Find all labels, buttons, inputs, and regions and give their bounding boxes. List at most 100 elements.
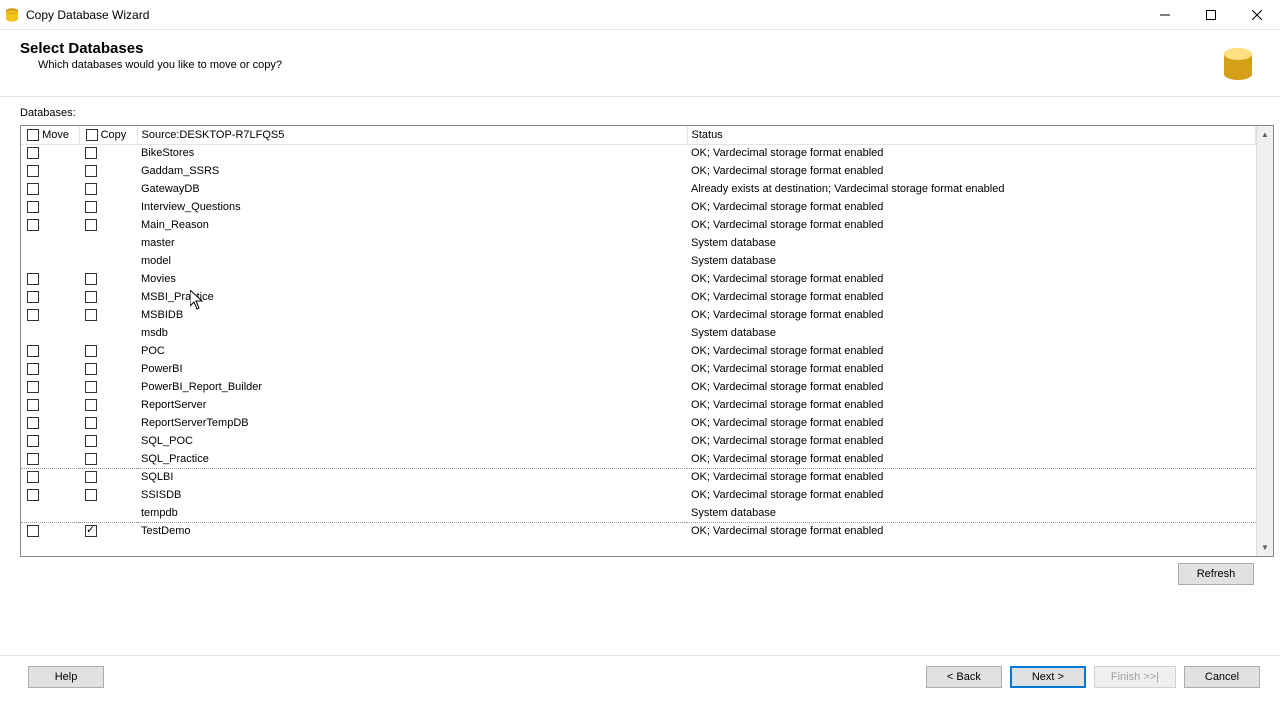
table-row[interactable]: modelSystem database xyxy=(21,252,1256,270)
table-row[interactable]: PowerBIOK; Vardecimal storage format ena… xyxy=(21,360,1256,378)
database-status: OK; Vardecimal storage format enabled xyxy=(687,144,1256,162)
cancel-button[interactable]: Cancel xyxy=(1184,666,1260,688)
copy-checkbox[interactable] xyxy=(85,309,97,321)
copy-checkbox[interactable] xyxy=(85,291,97,303)
move-checkbox[interactable] xyxy=(27,309,39,321)
col-move[interactable]: Move xyxy=(21,126,79,144)
move-checkbox[interactable] xyxy=(27,417,39,429)
maximize-button[interactable] xyxy=(1188,0,1234,30)
col-status[interactable]: Status xyxy=(687,126,1256,144)
copy-checkbox[interactable] xyxy=(85,165,97,177)
database-status: OK; Vardecimal storage format enabled xyxy=(687,468,1256,486)
table-row[interactable]: SQLBIOK; Vardecimal storage format enabl… xyxy=(21,468,1256,486)
copy-checkbox[interactable] xyxy=(85,417,97,429)
copy-checkbox[interactable] xyxy=(85,201,97,213)
table-row[interactable]: MoviesOK; Vardecimal storage format enab… xyxy=(21,270,1256,288)
copy-checkbox[interactable] xyxy=(85,345,97,357)
database-name: PowerBI xyxy=(137,360,687,378)
vertical-scrollbar[interactable]: ▲ ▼ xyxy=(1256,126,1273,556)
database-name: POC xyxy=(137,342,687,360)
table-row[interactable]: BikeStoresOK; Vardecimal storage format … xyxy=(21,144,1256,162)
database-name: MSBI_Practice xyxy=(137,288,687,306)
table-row[interactable]: SQL_PracticeOK; Vardecimal storage forma… xyxy=(21,450,1256,468)
copy-checkbox[interactable] xyxy=(85,219,97,231)
help-button[interactable]: Help xyxy=(28,666,104,688)
table-row[interactable]: MSBIDBOK; Vardecimal storage format enab… xyxy=(21,306,1256,324)
move-checkbox[interactable] xyxy=(27,525,39,537)
database-name: Movies xyxy=(137,270,687,288)
database-name: Main_Reason xyxy=(137,216,687,234)
database-status: OK; Vardecimal storage format enabled xyxy=(687,216,1256,234)
move-checkbox[interactable] xyxy=(27,435,39,447)
scroll-down-icon[interactable]: ▼ xyxy=(1257,539,1273,556)
database-status: OK; Vardecimal storage format enabled xyxy=(687,432,1256,450)
move-checkbox[interactable] xyxy=(27,471,39,483)
back-button[interactable]: < Back xyxy=(926,666,1002,688)
table-row[interactable]: Gaddam_SSRSOK; Vardecimal storage format… xyxy=(21,162,1256,180)
database-name: model xyxy=(137,252,687,270)
copy-checkbox[interactable] xyxy=(85,435,97,447)
table-row[interactable]: tempdbSystem database xyxy=(21,504,1256,522)
move-checkbox[interactable] xyxy=(27,147,39,159)
copy-checkbox[interactable] xyxy=(85,183,97,195)
col-source[interactable]: Source:DESKTOP-R7LFQS5 xyxy=(137,126,687,144)
database-status: OK; Vardecimal storage format enabled xyxy=(687,522,1256,540)
table-row[interactable]: SSISDBOK; Vardecimal storage format enab… xyxy=(21,486,1256,504)
database-status: OK; Vardecimal storage format enabled xyxy=(687,414,1256,432)
copy-checkbox[interactable] xyxy=(85,147,97,159)
table-row[interactable]: PowerBI_Report_BuilderOK; Vardecimal sto… xyxy=(21,378,1256,396)
move-checkbox[interactable] xyxy=(27,399,39,411)
col-copy[interactable]: Copy xyxy=(79,126,137,144)
table-row[interactable]: TestDemoOK; Vardecimal storage format en… xyxy=(21,522,1256,540)
titlebar: Copy Database Wizard xyxy=(0,0,1280,30)
move-checkbox[interactable] xyxy=(27,381,39,393)
table-row[interactable]: SQL_POCOK; Vardecimal storage format ena… xyxy=(21,432,1256,450)
copy-checkbox[interactable] xyxy=(85,273,97,285)
database-name: ReportServerTempDB xyxy=(137,414,687,432)
table-row[interactable]: ReportServerTempDBOK; Vardecimal storage… xyxy=(21,414,1256,432)
database-status: System database xyxy=(687,504,1256,522)
table-row[interactable]: Interview_QuestionsOK; Vardecimal storag… xyxy=(21,198,1256,216)
move-checkbox[interactable] xyxy=(27,201,39,213)
move-checkbox[interactable] xyxy=(27,345,39,357)
minimize-button[interactable] xyxy=(1142,0,1188,30)
table-row[interactable]: GatewayDBAlready exists at destination; … xyxy=(21,180,1256,198)
close-button[interactable] xyxy=(1234,0,1280,30)
table-header-row: Move Copy Source:DESKTOP-R7LFQS5 Status xyxy=(21,126,1256,144)
copy-all-checkbox[interactable] xyxy=(86,129,98,141)
database-status: OK; Vardecimal storage format enabled xyxy=(687,450,1256,468)
database-name: SQL_POC xyxy=(137,432,687,450)
database-name: TestDemo xyxy=(137,522,687,540)
table-row[interactable]: masterSystem database xyxy=(21,234,1256,252)
copy-checkbox[interactable] xyxy=(85,381,97,393)
refresh-button[interactable]: Refresh xyxy=(1178,563,1254,585)
copy-checkbox[interactable] xyxy=(85,525,97,537)
next-button[interactable]: Next > xyxy=(1010,666,1086,688)
move-checkbox[interactable] xyxy=(27,363,39,375)
move-all-checkbox[interactable] xyxy=(27,129,39,141)
move-checkbox[interactable] xyxy=(27,273,39,285)
move-checkbox[interactable] xyxy=(27,291,39,303)
scroll-up-icon[interactable]: ▲ xyxy=(1257,126,1273,143)
copy-checkbox[interactable] xyxy=(85,399,97,411)
copy-checkbox[interactable] xyxy=(85,363,97,375)
scroll-track[interactable] xyxy=(1257,143,1273,539)
move-checkbox[interactable] xyxy=(27,453,39,465)
databases-label: Databases: xyxy=(20,107,1274,119)
table-row[interactable]: MSBI_PracticeOK; Vardecimal storage form… xyxy=(21,288,1256,306)
table-row[interactable]: msdbSystem database xyxy=(21,324,1256,342)
move-checkbox[interactable] xyxy=(27,219,39,231)
table-row[interactable]: ReportServerOK; Vardecimal storage forma… xyxy=(21,396,1256,414)
move-checkbox[interactable] xyxy=(27,489,39,501)
database-name: PowerBI_Report_Builder xyxy=(137,378,687,396)
table-row[interactable]: Main_ReasonOK; Vardecimal storage format… xyxy=(21,216,1256,234)
copy-checkbox[interactable] xyxy=(85,489,97,501)
move-checkbox[interactable] xyxy=(27,165,39,177)
move-checkbox[interactable] xyxy=(27,183,39,195)
table-row[interactable]: POCOK; Vardecimal storage format enabled xyxy=(21,342,1256,360)
database-status: System database xyxy=(687,324,1256,342)
copy-checkbox[interactable] xyxy=(85,471,97,483)
wizard-icon xyxy=(1214,40,1262,88)
database-status: System database xyxy=(687,252,1256,270)
copy-checkbox[interactable] xyxy=(85,453,97,465)
